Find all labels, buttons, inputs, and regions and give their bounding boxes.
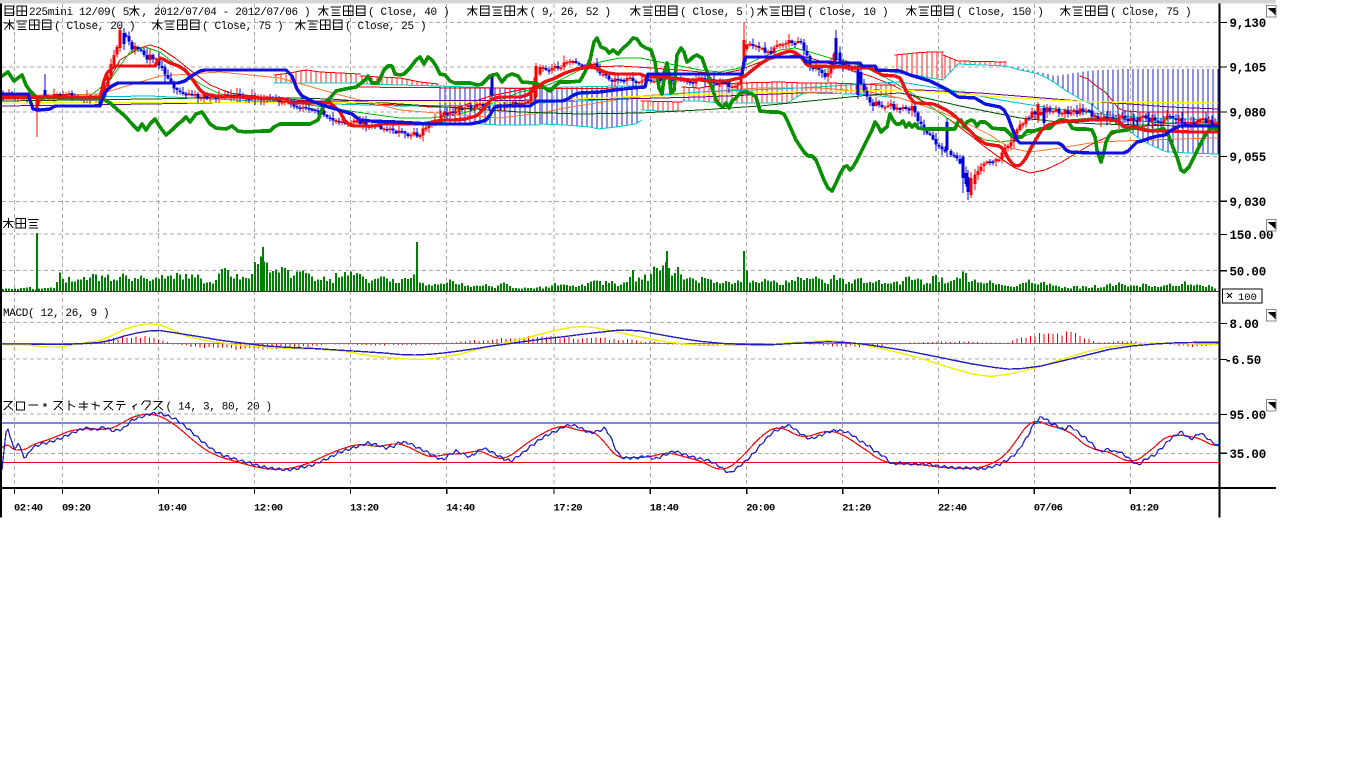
svg-text:( Close, 5 ): ( Close, 5 ) [680, 7, 755, 19]
svg-text:9,055: 9,055 [1230, 151, 1267, 165]
svg-text:8.00: 8.00 [1230, 318, 1259, 332]
svg-text:50.00: 50.00 [1230, 265, 1267, 279]
svg-text:( 14, 3, 80, 20 ): ( 14, 3, 80, 20 ) [166, 402, 272, 414]
svg-text:20:00: 20:00 [746, 503, 775, 515]
svg-text:, 2012/07/04 - 2012/07/06 ): , 2012/07/04 - 2012/07/06 ) [142, 7, 311, 19]
svg-text:02:40: 02:40 [14, 503, 43, 515]
svg-text:95.00: 95.00 [1230, 409, 1267, 423]
svg-text:9,030: 9,030 [1230, 196, 1267, 210]
svg-text:18:40: 18:40 [650, 503, 679, 515]
svg-text:( Close, 75 ): ( Close, 75 ) [202, 21, 283, 33]
svg-text:17:20: 17:20 [554, 503, 583, 515]
svg-text:-6.50: -6.50 [1225, 354, 1262, 368]
svg-text:35.00: 35.00 [1230, 448, 1267, 462]
svg-text:21:20: 21:20 [842, 503, 871, 515]
svg-text:9,105: 9,105 [1230, 62, 1267, 76]
svg-text:01:20: 01:20 [1130, 503, 1159, 515]
svg-text:13:20: 13:20 [350, 503, 379, 515]
svg-text:( Close, 40 ): ( Close, 40 ) [368, 7, 449, 19]
svg-text:14:40: 14:40 [446, 503, 475, 515]
svg-text:12:00: 12:00 [254, 503, 283, 515]
svg-text:22:40: 22:40 [938, 503, 967, 515]
svg-text:100: 100 [1238, 292, 1257, 304]
svg-text:( Close, 10 ): ( Close, 10 ) [807, 7, 888, 19]
svg-text:( Close, 75 ): ( Close, 75 ) [1110, 7, 1191, 19]
svg-text:( 9, 26, 52 ): ( 9, 26, 52 ) [530, 7, 611, 19]
svg-text:MACD( 12, 26, 9 ): MACD( 12, 26, 9 ) [3, 308, 109, 320]
svg-text:9,130: 9,130 [1230, 17, 1267, 31]
svg-text:09:20: 09:20 [62, 503, 91, 515]
svg-text:07/06: 07/06 [1034, 503, 1063, 515]
svg-text:225mini 12/09( 5: 225mini 12/09( 5 [29, 7, 129, 19]
svg-text:10:40: 10:40 [158, 503, 187, 515]
svg-text:( Close, 150 ): ( Close, 150 ) [956, 7, 1044, 19]
svg-text:9,080: 9,080 [1230, 107, 1267, 121]
svg-text:( Close, 20 ): ( Close, 20 ) [54, 21, 135, 33]
svg-text:( Close, 25 ): ( Close, 25 ) [345, 21, 426, 33]
